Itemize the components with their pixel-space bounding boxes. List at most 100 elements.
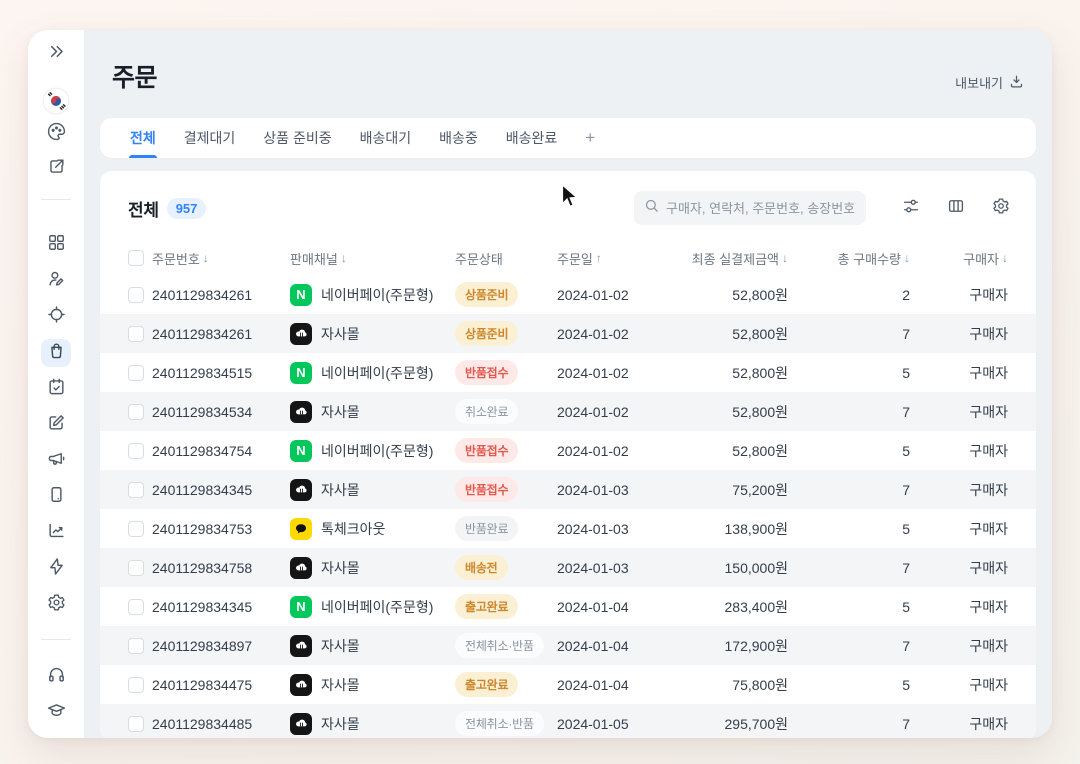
sidebar-item-targeting[interactable] bbox=[41, 303, 71, 331]
channel-cell: 자사몰 bbox=[290, 674, 455, 696]
table-row[interactable]: 2401129834345N네이버페이(주문형)출고완료2024-01-0428… bbox=[100, 587, 1036, 626]
channel-cell: 자사몰 bbox=[290, 635, 455, 657]
sidebar-item-posts[interactable] bbox=[41, 411, 71, 439]
table-row[interactable]: 2401129834753톡체크아웃반품완료2024-01-03138,900원… bbox=[100, 509, 1036, 548]
amount-cell: 52,800원 bbox=[667, 402, 788, 422]
status-badge: 배송전 bbox=[455, 555, 508, 580]
row-checkbox[interactable] bbox=[128, 521, 144, 537]
amount-cell: 138,900원 bbox=[667, 519, 788, 539]
export-button[interactable]: 내보내기 bbox=[955, 73, 1024, 94]
amount-cell: 150,000원 bbox=[667, 558, 788, 578]
row-checkbox[interactable] bbox=[128, 716, 144, 732]
sidebar-item-theme[interactable] bbox=[41, 120, 71, 148]
row-checkbox[interactable] bbox=[128, 404, 144, 420]
channel-label: 네이버페이(주문형) bbox=[321, 597, 433, 617]
table-row[interactable]: 2401129834261N네이버페이(주문형)상품준비2024-01-0252… bbox=[100, 275, 1036, 314]
column-header[interactable]: 최종 실결제금액↓ bbox=[667, 249, 788, 268]
sidebar-collapse-button[interactable] bbox=[41, 40, 71, 68]
channel-cell: N네이버페이(주문형) bbox=[290, 362, 455, 384]
sidebar-item-mobile-app[interactable] bbox=[41, 483, 71, 511]
filter-title: 전체 bbox=[128, 196, 159, 221]
main-content: 주문 내보내기 전체 결제대기 상품 준비중배송대기배송중배송완료+ 전체 957 bbox=[84, 30, 1052, 738]
korea-flag-avatar-icon bbox=[41, 86, 71, 116]
status-tabs: 전체 결제대기 상품 준비중배송대기배송중배송완료+ bbox=[100, 118, 1036, 158]
sidebar-item-automation[interactable] bbox=[41, 555, 71, 583]
buyer-cell: 구매자 bbox=[910, 324, 1008, 344]
sort-up-icon: ↑ bbox=[596, 251, 602, 265]
tab-item[interactable]: 상품 준비중 bbox=[249, 118, 345, 158]
sidebar-item-settings[interactable] bbox=[41, 591, 71, 619]
own-mall-channel-icon bbox=[290, 635, 312, 657]
tab-label: 결제대기 bbox=[184, 128, 236, 148]
channel-label: 자사몰 bbox=[321, 480, 360, 500]
tab-label: 전체 bbox=[130, 128, 156, 148]
order-search[interactable] bbox=[634, 191, 866, 225]
chart-line-icon bbox=[47, 521, 66, 545]
status-cell: 상품준비 bbox=[455, 282, 557, 307]
status-badge: 반품접수 bbox=[455, 438, 518, 463]
table-row[interactable]: 2401129834897자사몰전체취소·반품2024-01-04172,900… bbox=[100, 626, 1036, 665]
buyer-cell: 구매자 bbox=[910, 597, 1008, 617]
table-row[interactable]: 2401129834345자사몰반품접수2024-01-0375,200원7구매… bbox=[100, 470, 1036, 509]
row-checkbox[interactable] bbox=[128, 560, 144, 576]
search-input[interactable] bbox=[666, 201, 856, 216]
column-header[interactable]: 주문상태 bbox=[455, 249, 557, 268]
column-header[interactable]: 주문번호↓ bbox=[152, 249, 290, 268]
filter-sliders-icon[interactable] bbox=[902, 197, 920, 220]
column-header[interactable]: 구매자↓ bbox=[910, 249, 1008, 268]
table-row[interactable]: 2401129834754N네이버페이(주문형)반품접수2024-01-0252… bbox=[100, 431, 1036, 470]
sidebar-item-dashboard[interactable] bbox=[41, 231, 71, 259]
column-header[interactable]: 주문일↑ bbox=[557, 249, 667, 268]
row-checkbox[interactable] bbox=[128, 677, 144, 693]
own-mall-channel-icon bbox=[290, 557, 312, 579]
row-checkbox[interactable] bbox=[128, 638, 144, 654]
order-count-badge: 957 bbox=[167, 198, 207, 219]
calendar-check-icon bbox=[47, 377, 66, 401]
tab-item[interactable]: 배송대기 bbox=[346, 118, 426, 158]
sidebar-item-support[interactable] bbox=[41, 663, 71, 691]
order-date-cell: 2024-01-05 bbox=[557, 716, 667, 732]
channel-cell: N네이버페이(주문형) bbox=[290, 440, 455, 462]
columns-icon[interactable] bbox=[947, 197, 965, 220]
row-checkbox[interactable] bbox=[128, 443, 144, 459]
order-no-cell: 2401129834345 bbox=[152, 482, 290, 498]
sidebar-item-analytics[interactable] bbox=[41, 519, 71, 547]
row-checkbox[interactable] bbox=[128, 599, 144, 615]
tab-item[interactable]: 배송중 bbox=[425, 118, 492, 158]
column-header[interactable]: 판매채널↓ bbox=[290, 249, 455, 268]
table-row[interactable]: 2401129834534자사몰취소완료2024-01-0252,800원7구매… bbox=[100, 392, 1036, 431]
column-header[interactable]: 총 구매수량↓ bbox=[788, 249, 910, 268]
table-row[interactable]: 2401129834261자사몰상품준비2024-01-0252,800원7구매… bbox=[100, 314, 1036, 353]
sidebar-item-marketing[interactable] bbox=[41, 447, 71, 475]
sidebar-item-guide[interactable] bbox=[41, 699, 71, 727]
sidebar-item-reservations[interactable] bbox=[41, 375, 71, 403]
tab-item[interactable]: 결제대기 bbox=[170, 118, 250, 158]
status-badge: 반품완료 bbox=[455, 516, 518, 541]
row-checkbox[interactable] bbox=[128, 365, 144, 381]
sidebar-item-open-site[interactable] bbox=[41, 155, 71, 183]
workspace-logo[interactable] bbox=[41, 86, 71, 116]
order-date-cell: 2024-01-03 bbox=[557, 560, 667, 576]
table-settings-gear-icon[interactable] bbox=[992, 197, 1010, 220]
table-row[interactable]: 2401129834485자사몰전체취소·반품2024-01-05295,700… bbox=[100, 704, 1036, 738]
table-row[interactable]: 2401129834515N네이버페이(주문형)반품접수2024-01-0252… bbox=[100, 353, 1036, 392]
table-row[interactable]: 2401129834475자사몰출고완료2024-01-0475,800원5구매… bbox=[100, 665, 1036, 704]
own-mall-channel-icon bbox=[290, 674, 312, 696]
select-all-checkbox[interactable] bbox=[128, 250, 144, 266]
buyer-cell: 구매자 bbox=[910, 285, 1008, 305]
page-title: 주문 bbox=[112, 58, 157, 94]
row-checkbox[interactable] bbox=[128, 326, 144, 342]
tab-item[interactable]: 배송완료 bbox=[492, 118, 572, 158]
tab-item[interactable]: 전체 bbox=[116, 118, 170, 158]
palette-icon bbox=[47, 122, 66, 146]
add-tab-button[interactable]: + bbox=[571, 118, 609, 158]
table-row[interactable]: 2401129834758자사몰배송전2024-01-03150,000원7구매… bbox=[100, 548, 1036, 587]
sidebar-item-customers[interactable] bbox=[41, 267, 71, 295]
quantity-cell: 5 bbox=[788, 443, 910, 459]
row-checkbox[interactable] bbox=[128, 287, 144, 303]
sidebar-item-orders[interactable] bbox=[41, 339, 71, 367]
row-checkbox[interactable] bbox=[128, 482, 144, 498]
naverpay-channel-icon: N bbox=[290, 362, 312, 384]
status-cell: 전체취소·반품 bbox=[455, 711, 557, 736]
order-no-cell: 2401129834475 bbox=[152, 677, 290, 693]
